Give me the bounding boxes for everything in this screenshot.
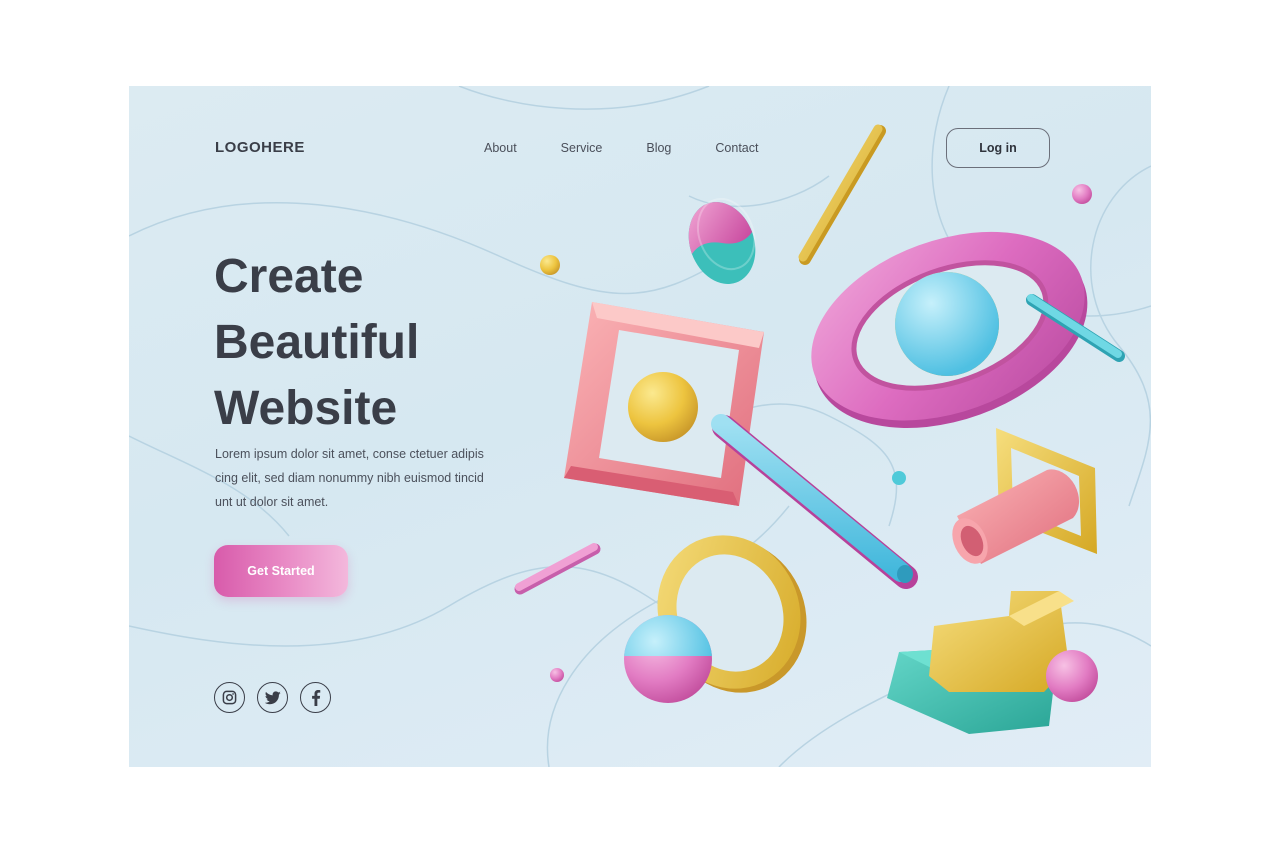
pink-dot-bottom — [550, 668, 564, 682]
pink-ball — [1046, 650, 1098, 702]
yellow-dot — [540, 255, 560, 275]
pink-teal-disk — [688, 197, 756, 284]
hero-3d-illustration — [514, 124, 1125, 734]
yellow-stick — [798, 124, 886, 265]
pink-stick — [514, 543, 601, 595]
teal-yellow-block — [887, 591, 1074, 734]
blue-yellow-ball — [895, 272, 999, 376]
yellow-ball — [628, 372, 698, 442]
pink-dot-top-right — [1072, 184, 1092, 204]
blue-pink-ball — [624, 615, 712, 703]
landing-canvas: LOGOHERE About Service Blog Contact Log … — [129, 86, 1151, 767]
teal-dot — [892, 471, 906, 485]
